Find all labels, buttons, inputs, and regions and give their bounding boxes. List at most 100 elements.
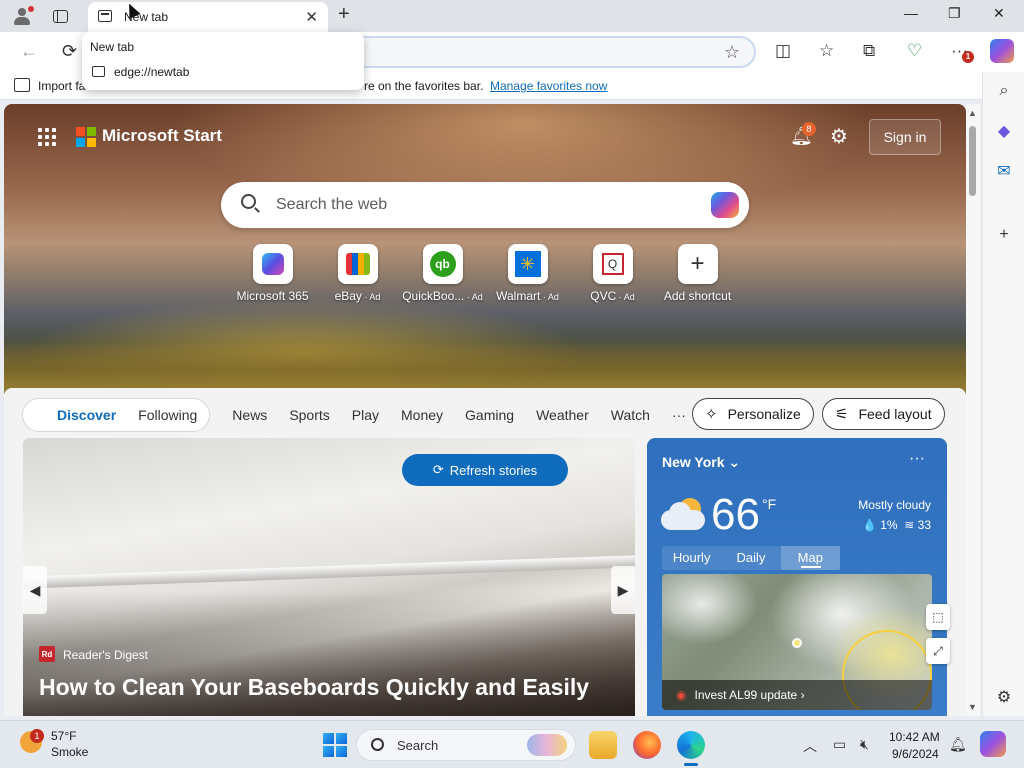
shortcut-label: Walmart: [496, 289, 541, 303]
copilot-icon[interactable]: [990, 39, 1014, 63]
copilot-taskbar-icon[interactable]: [980, 731, 1006, 757]
scrollbar-thumb[interactable]: [969, 126, 976, 196]
tab-discover[interactable]: Discover: [57, 407, 116, 423]
next-story-button[interactable]: ▶: [611, 566, 635, 614]
weather-condition: Mostly cloudy: [858, 498, 931, 512]
microsoft-365-icon[interactable]: ◆: [993, 120, 1015, 142]
weather-card[interactable]: New York ⌄ ··· 66 °F Mostly cloudy 💧 1% …: [647, 438, 947, 716]
feed-pill-group: Discover Following: [22, 398, 211, 432]
tab-close-icon[interactable]: ✕: [305, 8, 318, 26]
scroll-up-icon[interactable]: ▲: [968, 108, 977, 118]
brand-title[interactable]: Microsoft Start: [102, 126, 222, 146]
search-placeholder[interactable]: Search the web: [276, 196, 387, 214]
more-options-icon[interactable]: ···: [909, 450, 925, 468]
file-explorer-icon[interactable]: [589, 731, 617, 759]
firefox-icon[interactable]: [633, 731, 661, 759]
speaker-muted-icon[interactable]: 🔇︎: [860, 736, 869, 753]
taskbar-temperature[interactable]: 57°F: [51, 729, 76, 743]
more-tabs-button[interactable]: ···: [672, 407, 686, 423]
sidebar-settings-icon[interactable]: ⚙: [993, 686, 1015, 708]
back-arrow-icon[interactable]: ←: [20, 41, 38, 62]
shortcut-walmart[interactable]: ✳ Walmart · Ad: [485, 244, 570, 303]
notifications-bell-icon[interactable]: 🔔︎: [949, 736, 967, 753]
shortcut-quickbooks[interactable]: qb QuickBoo... · Ad: [400, 244, 485, 303]
favorite-star-icon[interactable]: ☆: [724, 42, 740, 63]
notification-count: 8: [802, 122, 816, 136]
browser-essentials-icon[interactable]: ♡: [907, 41, 922, 61]
tab-gaming[interactable]: Gaming: [465, 407, 514, 423]
add-sidebar-app-icon[interactable]: +: [993, 224, 1015, 246]
edge-icon[interactable]: [677, 731, 705, 759]
map-fullscreen-icon[interactable]: ⤢: [926, 638, 950, 664]
tab-following[interactable]: Following: [138, 407, 197, 423]
map-expand-icon[interactable]: ⬚: [926, 604, 950, 630]
tab-weather[interactable]: Weather: [536, 407, 589, 423]
personalize-icon: ✧: [705, 406, 718, 423]
page-scrollbar[interactable]: ▲ ▼: [966, 104, 980, 716]
refresh-icon: ⟳: [432, 462, 444, 477]
clock-date[interactable]: 9/6/2024: [892, 747, 939, 761]
tab-watch[interactable]: Watch: [611, 407, 650, 423]
weather-map[interactable]: ◉ Invest AL99 update ›: [662, 574, 932, 710]
tab-hourly[interactable]: Hourly: [662, 546, 721, 570]
weather-location[interactable]: New York ⌄: [662, 454, 740, 471]
story-source[interactable]: Reader's Digest: [63, 648, 148, 662]
refresh-icon[interactable]: ⟳: [62, 41, 77, 62]
taskbar-condition[interactable]: Smoke: [51, 745, 88, 759]
suggestion-edge-newtab[interactable]: edge://newtab: [114, 65, 189, 79]
manage-favorites-link[interactable]: Manage favorites now: [490, 79, 607, 93]
outlook-icon[interactable]: ✉: [993, 160, 1015, 182]
tab-play[interactable]: Play: [352, 407, 379, 423]
tab-map[interactable]: Map: [780, 546, 840, 570]
start-button[interactable]: [323, 733, 347, 757]
shortcut-label: Microsoft 365: [236, 289, 309, 303]
profile-icon[interactable]: [12, 6, 34, 26]
copilot-search-icon[interactable]: [711, 192, 739, 218]
feed-layout-button[interactable]: ⚟ Feed layout: [822, 398, 945, 430]
tab-money[interactable]: Money: [401, 407, 443, 423]
restore-button[interactable]: ❐: [948, 5, 961, 22]
app-launcher-icon[interactable]: [38, 128, 56, 146]
chevron-up-icon[interactable]: ︿: [803, 736, 817, 756]
display-icon[interactable]: ▭: [833, 736, 846, 753]
story-card[interactable]: ⟳ Refresh stories ◀ ▶ Rd Reader's Digest…: [23, 438, 635, 716]
shortcut-qvc[interactable]: Q QVC · Ad: [570, 244, 655, 303]
add-shortcut-button[interactable]: + Add shortcut: [655, 244, 740, 303]
taskbar-search[interactable]: Search: [356, 729, 576, 761]
tab-actions-icon[interactable]: [50, 6, 70, 26]
previous-story-button[interactable]: ◀: [23, 566, 47, 614]
ebay-icon: [345, 253, 370, 275]
scroll-down-icon[interactable]: ▼: [968, 702, 977, 712]
personalize-button[interactable]: ✧ Personalize: [692, 398, 814, 430]
notification-badge: 1: [962, 51, 974, 63]
favorites-icon[interactable]: ☆: [819, 41, 834, 61]
clock-time[interactable]: 10:42 AM: [889, 730, 940, 744]
import-favorites-icon: [14, 78, 30, 92]
collections-icon[interactable]: ⧉: [863, 41, 875, 61]
aqi-icon: ≋: [904, 518, 915, 532]
tab-daily[interactable]: Daily: [721, 546, 780, 570]
temperature: 66: [711, 490, 760, 539]
shortcut-microsoft-365[interactable]: Microsoft 365: [230, 244, 315, 303]
weather-tabs: Hourly Daily Map: [662, 546, 840, 570]
microsoft-365-icon: [261, 253, 284, 275]
storm-alert[interactable]: ◉ Invest AL99 update ›: [662, 680, 932, 710]
story-headline[interactable]: How to Clean Your Baseboards Quickly and…: [39, 674, 589, 701]
ad-label: · Ad: [464, 292, 483, 302]
tab-news[interactable]: News: [232, 407, 267, 423]
suggestion-new-tab[interactable]: New tab: [90, 40, 134, 54]
gear-icon[interactable]: ⚙: [830, 124, 848, 149]
minimize-button[interactable]: —: [904, 5, 918, 21]
new-tab-button[interactable]: +: [338, 3, 350, 26]
shortcut-ebay[interactable]: eBay · Ad: [315, 244, 400, 303]
hero-background: Microsoft Start 🔔︎ 8 ⚙ Sign in Search th…: [4, 104, 966, 394]
close-window-button[interactable]: ✕: [993, 5, 1005, 22]
search-icon[interactable]: ⌕: [993, 80, 1015, 102]
refresh-stories-button[interactable]: ⟳ Refresh stories: [402, 454, 568, 486]
web-search-box[interactable]: Search the web: [221, 182, 749, 228]
split-screen-icon[interactable]: ◫: [775, 41, 791, 61]
temperature-unit[interactable]: °F: [762, 496, 776, 512]
sign-in-button[interactable]: Sign in: [869, 119, 941, 155]
tab-sports[interactable]: Sports: [289, 407, 329, 423]
personalize-label: Personalize: [727, 406, 801, 422]
